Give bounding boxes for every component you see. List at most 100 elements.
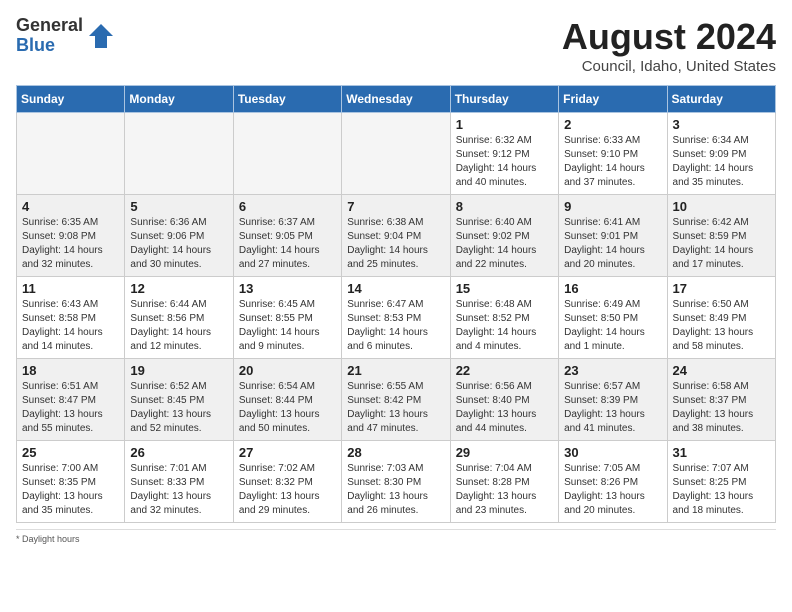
day-number: 13 xyxy=(239,281,336,296)
calendar-cell: 3 Sunrise: 6:34 AMSunset: 9:09 PMDaylight… xyxy=(667,113,775,195)
day-number: 3 xyxy=(673,117,770,132)
calendar-cell: 13 Sunrise: 6:45 AMSunset: 8:55 PMDayligh… xyxy=(233,277,341,359)
day-info: Sunrise: 6:34 AMSunset: 9:09 PMDaylight:… xyxy=(673,134,770,190)
day-number: 7 xyxy=(347,199,444,214)
calendar-cell xyxy=(17,113,125,195)
day-number: 17 xyxy=(673,281,770,296)
header-monday: Monday xyxy=(125,86,233,113)
location: Council, Idaho, United States xyxy=(562,58,776,75)
day-info: Sunrise: 6:56 AMSunset: 8:40 PMDaylight:… xyxy=(456,380,553,436)
day-number: 30 xyxy=(564,445,661,460)
calendar-cell: 15Sunrise: 6:48 AMSunset: 8:52 PMDayligh… xyxy=(450,277,558,359)
calendar-cell: 17 Sunrise: 6:50 AMSunset: 8:49 PMDayligh… xyxy=(667,277,775,359)
calendar-header-row: SundayMondayTuesdayWednesdayThursdayFrid… xyxy=(17,86,776,113)
calendar-cell: 2 Sunrise: 6:33 AMSunset: 9:10 PMDaylight… xyxy=(559,113,667,195)
calendar-cell: 25 Sunrise: 7:00 AMSunset: 8:35 PMDayligh… xyxy=(17,441,125,523)
calendar-cell: 24 Sunrise: 6:58 AMSunset: 8:37 PMDayligh… xyxy=(667,359,775,441)
calendar-cell: 22Sunrise: 6:56 AMSunset: 8:40 PMDayligh… xyxy=(450,359,558,441)
calendar-cell xyxy=(125,113,233,195)
day-info: Sunrise: 6:45 AMSunset: 8:55 PMDaylight:… xyxy=(239,298,336,354)
day-info: Sunrise: 6:47 AMSunset: 8:53 PMDaylight:… xyxy=(347,298,444,354)
day-number: 12 xyxy=(130,281,227,296)
logo: General Blue xyxy=(16,16,115,56)
day-number: 26 xyxy=(130,445,227,460)
calendar-cell: 29 Sunrise: 7:04 AMSunset: 8:28 PMDayligh… xyxy=(450,441,558,523)
day-info: Sunrise: 7:04 AMSunset: 8:28 PMDaylight:… xyxy=(456,462,553,518)
day-number: 28 xyxy=(347,445,444,460)
calendar-cell: 7 Sunrise: 6:38 AMSunset: 9:04 PMDaylight… xyxy=(342,195,450,277)
calendar-cell: 20 Sunrise: 6:54 AMSunset: 8:44 PMDayligh… xyxy=(233,359,341,441)
day-info: Sunrise: 6:32 AMSunset: 9:12 PMDaylight:… xyxy=(456,134,553,190)
day-info: Sunrise: 6:38 AMSunset: 9:04 PMDaylight:… xyxy=(347,216,444,272)
day-number: 16 xyxy=(564,281,661,296)
day-info: Sunrise: 6:41 AMSunset: 9:01 PMDaylight:… xyxy=(564,216,661,272)
day-number: 8 xyxy=(456,199,553,214)
page-header: General Blue August 2024 Council, Idaho,… xyxy=(16,16,776,75)
day-number: 10 xyxy=(673,199,770,214)
calendar-cell: 30 Sunrise: 7:05 AMSunset: 8:26 PMDayligh… xyxy=(559,441,667,523)
day-number: 19 xyxy=(130,363,227,378)
calendar-cell: 14 Sunrise: 6:47 AMSunset: 8:53 PMDayligh… xyxy=(342,277,450,359)
day-info: Sunrise: 7:07 AMSunset: 8:25 PMDaylight:… xyxy=(673,462,770,518)
day-info: Sunrise: 6:58 AMSunset: 8:37 PMDaylight:… xyxy=(673,380,770,436)
header-wednesday: Wednesday xyxy=(342,86,450,113)
calendar-cell: 18Sunrise: 6:51 AMSunset: 8:47 PMDayligh… xyxy=(17,359,125,441)
calendar-cell: 23 Sunrise: 6:57 AMSunset: 8:39 PMDayligh… xyxy=(559,359,667,441)
calendar-week-3: 11 Sunrise: 6:43 AMSunset: 8:58 PMDayligh… xyxy=(17,277,776,359)
day-info: Sunrise: 7:05 AMSunset: 8:26 PMDaylight:… xyxy=(564,462,661,518)
day-info: Sunrise: 6:57 AMSunset: 8:39 PMDaylight:… xyxy=(564,380,661,436)
calendar-cell: 4Sunrise: 6:35 AMSunset: 9:08 PMDaylight… xyxy=(17,195,125,277)
day-number: 15 xyxy=(456,281,553,296)
day-info: Sunrise: 6:54 AMSunset: 8:44 PMDaylight:… xyxy=(239,380,336,436)
day-number: 2 xyxy=(564,117,661,132)
day-info: Sunrise: 6:55 AMSunset: 8:42 PMDaylight:… xyxy=(347,380,444,436)
day-number: 1 xyxy=(456,117,553,132)
day-info: Sunrise: 6:49 AMSunset: 8:50 PMDaylight:… xyxy=(564,298,661,354)
calendar-cell: 6Sunrise: 6:37 AMSunset: 9:05 PMDaylight… xyxy=(233,195,341,277)
day-info: Sunrise: 6:36 AMSunset: 9:06 PMDaylight:… xyxy=(130,216,227,272)
day-number: 27 xyxy=(239,445,336,460)
day-info: Sunrise: 6:33 AMSunset: 9:10 PMDaylight:… xyxy=(564,134,661,190)
day-number: 14 xyxy=(347,281,444,296)
day-number: 9 xyxy=(564,199,661,214)
title-block: August 2024 Council, Idaho, United State… xyxy=(562,16,776,75)
day-number: 29 xyxy=(456,445,553,460)
calendar-cell: 12Sunrise: 6:44 AMSunset: 8:56 PMDayligh… xyxy=(125,277,233,359)
day-info: Sunrise: 7:01 AMSunset: 8:33 PMDaylight:… xyxy=(130,462,227,518)
day-info: Sunrise: 6:40 AMSunset: 9:02 PMDaylight:… xyxy=(456,216,553,272)
calendar-table: SundayMondayTuesdayWednesdayThursdayFrid… xyxy=(16,85,776,523)
day-info: Sunrise: 6:35 AMSunset: 9:08 PMDaylight:… xyxy=(22,216,119,272)
day-info: Sunrise: 6:52 AMSunset: 8:45 PMDaylight:… xyxy=(130,380,227,436)
daylight-note: * Daylight hours xyxy=(16,529,776,544)
header-tuesday: Tuesday xyxy=(233,86,341,113)
logo-icon xyxy=(87,22,115,50)
day-number: 20 xyxy=(239,363,336,378)
calendar-cell: 1 Sunrise: 6:32 AMSunset: 9:12 PMDaylight… xyxy=(450,113,558,195)
day-number: 21 xyxy=(347,363,444,378)
calendar-cell: 10 Sunrise: 6:42 AMSunset: 8:59 PMDayligh… xyxy=(667,195,775,277)
calendar-week-4: 18Sunrise: 6:51 AMSunset: 8:47 PMDayligh… xyxy=(17,359,776,441)
daylight-label: Daylight hours xyxy=(22,534,80,544)
day-info: Sunrise: 6:42 AMSunset: 8:59 PMDaylight:… xyxy=(673,216,770,272)
day-number: 11 xyxy=(22,281,119,296)
calendar-cell: 28 Sunrise: 7:03 AMSunset: 8:30 PMDayligh… xyxy=(342,441,450,523)
header-saturday: Saturday xyxy=(667,86,775,113)
day-info: Sunrise: 7:03 AMSunset: 8:30 PMDaylight:… xyxy=(347,462,444,518)
calendar-cell: 11 Sunrise: 6:43 AMSunset: 8:58 PMDayligh… xyxy=(17,277,125,359)
calendar-cell: 31Sunrise: 7:07 AMSunset: 8:25 PMDayligh… xyxy=(667,441,775,523)
day-number: 23 xyxy=(564,363,661,378)
day-info: Sunrise: 6:43 AMSunset: 8:58 PMDaylight:… xyxy=(22,298,119,354)
calendar-cell: 26 Sunrise: 7:01 AMSunset: 8:33 PMDayligh… xyxy=(125,441,233,523)
calendar-cell: 5Sunrise: 6:36 AMSunset: 9:06 PMDaylight… xyxy=(125,195,233,277)
calendar-cell: 9 Sunrise: 6:41 AMSunset: 9:01 PMDaylight… xyxy=(559,195,667,277)
day-number: 24 xyxy=(673,363,770,378)
logo-blue: Blue xyxy=(16,36,83,56)
day-number: 25 xyxy=(22,445,119,460)
day-info: Sunrise: 7:00 AMSunset: 8:35 PMDaylight:… xyxy=(22,462,119,518)
calendar-week-2: 4Sunrise: 6:35 AMSunset: 9:08 PMDaylight… xyxy=(17,195,776,277)
month-year: August 2024 xyxy=(562,16,776,58)
calendar-cell: 8 Sunrise: 6:40 AMSunset: 9:02 PMDaylight… xyxy=(450,195,558,277)
day-info: Sunrise: 6:50 AMSunset: 8:49 PMDaylight:… xyxy=(673,298,770,354)
calendar-cell: 21 Sunrise: 6:55 AMSunset: 8:42 PMDayligh… xyxy=(342,359,450,441)
calendar-cell xyxy=(233,113,341,195)
